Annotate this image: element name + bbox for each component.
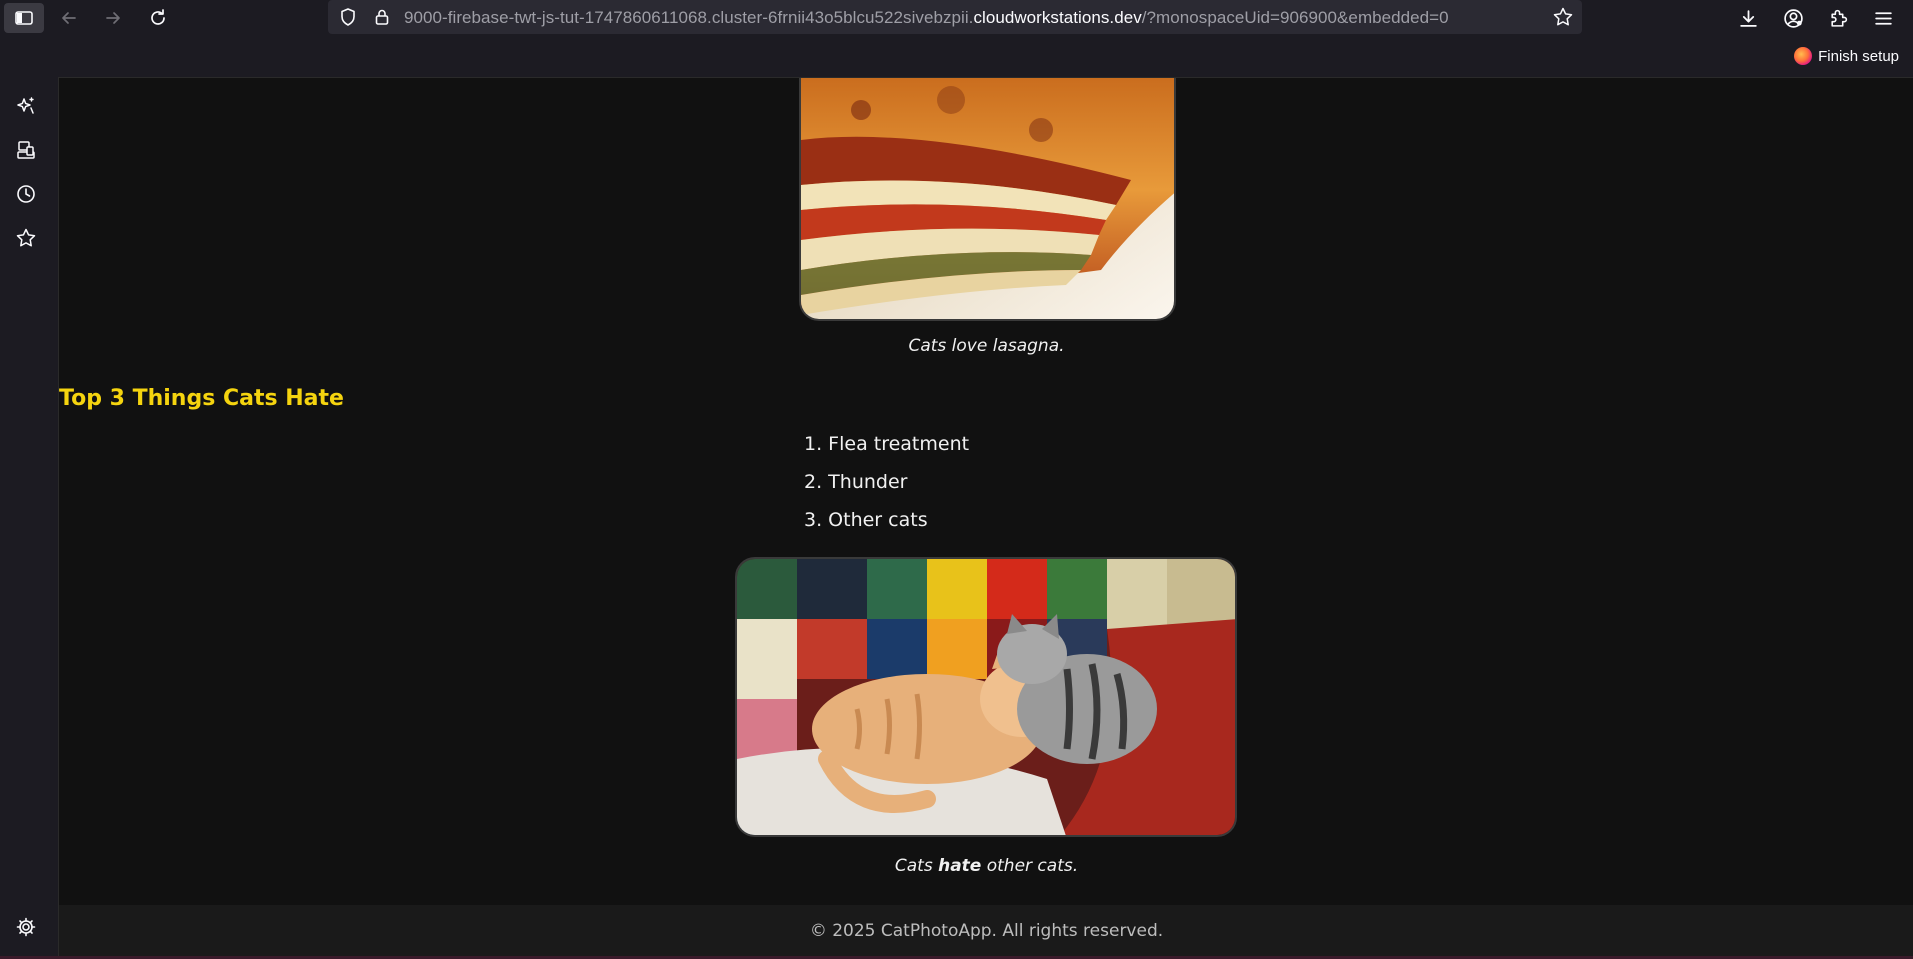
cats-caption: Cats hate other cats.	[59, 856, 1913, 876]
cats-caption-before: Cats	[894, 856, 939, 876]
url-bar[interactable]: 9000-firebase-twt-js-tut-1747860611068.c…	[328, 0, 1582, 34]
ai-sparkle-icon	[17, 97, 34, 114]
sidebar-strip	[0, 77, 58, 959]
arrow-left-icon	[62, 12, 76, 24]
ai-chatbot-button[interactable]	[14, 94, 38, 118]
hamburger-icon	[1874, 11, 1892, 25]
cats-image	[735, 557, 1237, 837]
extensions-button[interactable]	[1821, 4, 1855, 32]
url-host: cloudworkstations.dev	[973, 8, 1142, 27]
hate-list: 1. Flea treatment 2. Thunder 3. Other ca…	[804, 433, 969, 547]
history-button[interactable]	[14, 182, 38, 206]
list-item: 3. Other cats	[804, 509, 928, 531]
reload-button[interactable]	[138, 3, 178, 33]
lock-icon[interactable]	[372, 7, 392, 27]
bookmarks-button[interactable]	[14, 226, 38, 250]
list-item: 2. Thunder	[804, 471, 908, 493]
puzzle-icon	[1830, 9, 1847, 27]
downloads-button[interactable]	[1731, 4, 1765, 32]
forward-button[interactable]	[93, 3, 133, 33]
page-footer: © 2025 CatPhotoApp. All rights reserved.	[59, 905, 1913, 959]
cats-caption-after: other cats.	[981, 856, 1079, 876]
settings-icon	[16, 917, 36, 937]
cats-caption-bold: hate	[938, 856, 982, 876]
url-suffix: /?monospaceUid=906900&embedded=0	[1141, 8, 1449, 27]
menu-button[interactable]	[1866, 4, 1900, 32]
history-icon	[17, 185, 35, 203]
shield-icon[interactable]	[338, 7, 358, 27]
firefox-logo-icon	[1794, 47, 1813, 65]
browser-toolbar: 9000-firebase-twt-js-tut-1747860611068.c…	[0, 0, 1913, 37]
download-icon	[1739, 9, 1757, 27]
back-button[interactable]	[49, 3, 89, 33]
web-page: Cats love lasagna. Top 3 Things Cats Hat…	[58, 77, 1913, 959]
sidebar-toggle-button[interactable]	[4, 3, 44, 33]
hate-heading: Top 3 Things Cats Hate	[59, 386, 344, 411]
account-button[interactable]	[1776, 4, 1810, 32]
finish-setup-button[interactable]: Finish setup	[1794, 47, 1899, 65]
bookmarks-icon	[16, 228, 36, 247]
account-icon	[1783, 8, 1803, 28]
lasagna-caption: Cats love lasagna.	[908, 336, 1065, 356]
finish-setup-label: Finish setup	[1818, 47, 1899, 65]
arrow-right-icon	[106, 12, 120, 24]
sidebar-icon	[15, 11, 33, 25]
lasagna-image	[799, 78, 1176, 321]
reload-icon	[151, 9, 165, 25]
settings-button[interactable]	[14, 915, 38, 939]
list-item: 1. Flea treatment	[804, 433, 970, 455]
bookmarks-bar: Finish setup	[0, 37, 1913, 77]
url-prefix: 9000-firebase-twt-js-tut-1747860611068.c…	[404, 8, 974, 27]
synced-tabs-icon	[17, 141, 35, 159]
url-text[interactable]: 9000-firebase-twt-js-tut-1747860611068.c…	[404, 8, 1449, 28]
synced-tabs-button[interactable]	[14, 138, 38, 162]
star-icon[interactable]	[1552, 6, 1574, 28]
